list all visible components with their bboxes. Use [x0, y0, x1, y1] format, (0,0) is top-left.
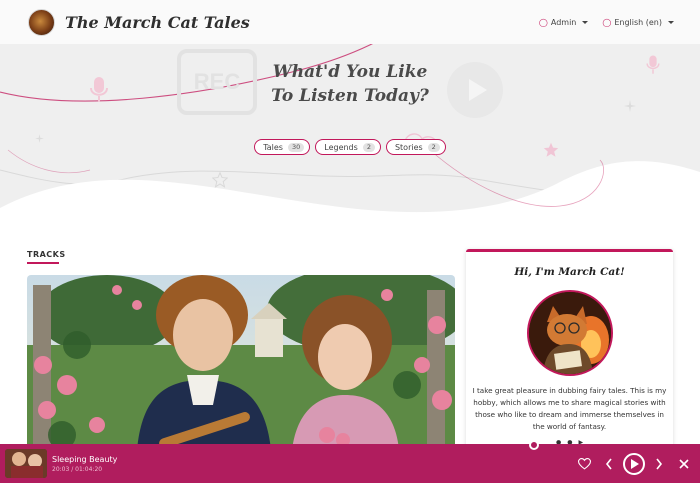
profile-description: I take great pleasure in dubbing fairy t… — [472, 386, 667, 431]
page: REC The March Cat Tales ◯ Admin ◯ Englis… — [0, 0, 700, 483]
filter-count: 30 — [287, 142, 305, 152]
chevron-down-icon — [582, 20, 589, 24]
filter-count: 2 — [427, 142, 440, 152]
profile-title: Hi, I'm March Cat! — [514, 266, 625, 278]
chevron-down-icon — [668, 20, 674, 24]
filter-label: Legends — [324, 142, 358, 152]
chevron-right-icon — [656, 458, 663, 469]
header-menu: ◯ Admin ◯ English (en) — [539, 18, 674, 27]
filter-count: 2 — [362, 142, 375, 152]
admin-menu[interactable]: ◯ Admin — [538, 17, 589, 27]
audio-player: Sleeping Beauty 20:03 / 01:04:20 — [0, 444, 700, 483]
favorite-button[interactable] — [576, 444, 592, 483]
filter-stories[interactable]: Stories 2 — [385, 139, 446, 155]
filter-tales[interactable]: Tales 30 — [254, 139, 311, 155]
avatar — [526, 290, 613, 376]
tracks-heading: TRACKS — [27, 250, 66, 259]
admin-label: Admin — [550, 17, 577, 27]
profile-card: Hi, I'm March Cat! I take great pleasure… — [466, 249, 673, 459]
player-thumbnail — [5, 449, 47, 478]
close-player-button[interactable] — [677, 444, 691, 483]
next-button[interactable] — [652, 444, 666, 483]
play-button[interactable] — [622, 444, 646, 483]
heart-icon — [577, 457, 591, 470]
user-icon: ◯ — [538, 17, 548, 27]
now-playing-info: Sleeping Beauty 20:03 / 01:04:20 — [52, 454, 117, 474]
hero-title-line-1: What'd You Like — [272, 62, 428, 82]
hero-title-line-2: To Listen Today? — [271, 86, 429, 106]
star-outline-icon — [211, 171, 229, 192]
chevron-left-icon — [605, 458, 612, 469]
previous-button[interactable] — [602, 444, 616, 483]
track-cover-image[interactable] — [27, 275, 455, 450]
hero-title: What'd You Like To Listen Today? — [0, 60, 700, 108]
filter-legends[interactable]: Legends 2 — [315, 139, 381, 155]
language-label: English (en) — [614, 17, 662, 27]
progress-slider-handle[interactable] — [529, 440, 539, 450]
brand-title[interactable]: The March Cat Tales — [65, 13, 250, 32]
globe-icon: ◯ — [602, 17, 612, 27]
logo[interactable] — [28, 8, 55, 36]
top-navbar: The March Cat Tales ◯ Admin ◯ English (e… — [0, 0, 700, 44]
play-icon — [630, 458, 639, 469]
filter-label: Tales — [263, 142, 283, 152]
category-filters: Tales 30 Legends 2 Stories 2 — [0, 139, 700, 155]
close-icon — [679, 458, 689, 469]
play-icon-ring — [623, 452, 645, 475]
filter-label: Stories — [394, 142, 423, 152]
now-playing-title: Sleeping Beauty — [52, 454, 118, 464]
language-menu[interactable]: ◯ English (en) — [602, 18, 674, 27]
tracks-heading-underline — [27, 262, 59, 264]
now-playing-time: 20:03 / 01:04:20 — [52, 465, 103, 473]
